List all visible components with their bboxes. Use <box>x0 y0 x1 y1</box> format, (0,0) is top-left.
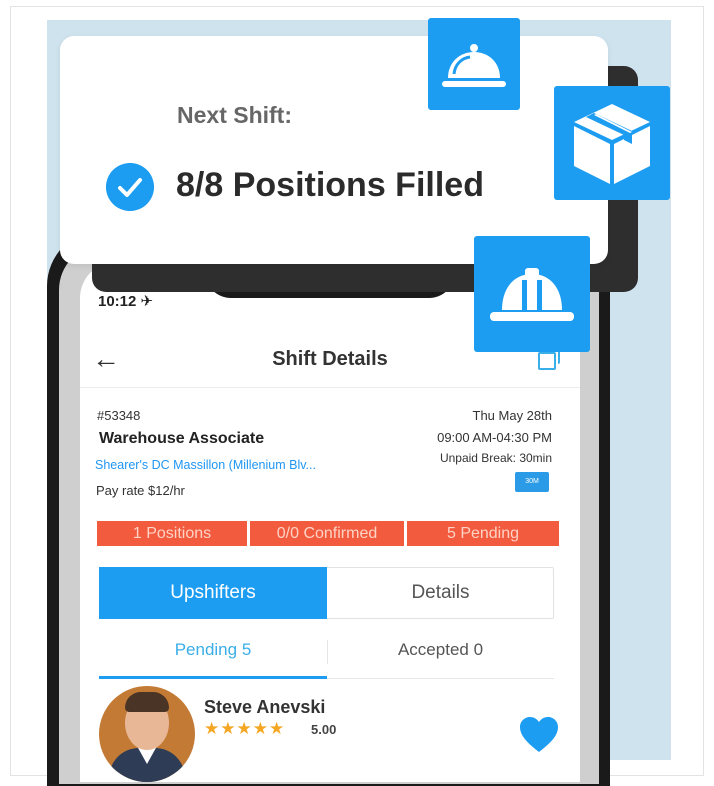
job-time: 09:00 AM-04:30 PM <box>437 430 552 445</box>
subtab-accepted[interactable]: Accepted 0 <box>327 640 554 660</box>
worker-name: Steve Anevski <box>204 697 326 717</box>
card-label: Next Shift: <box>177 102 292 128</box>
stat-pending: 5 Pending <box>407 521 559 546</box>
job-location-link[interactable]: Shearer's DC Massillon (Millenium Blv... <box>95 458 316 472</box>
job-date: Thu May 28th <box>472 408 553 423</box>
shift-stats-bar: 1 Positions 0/0 Confirmed 5 Pending <box>97 521 559 546</box>
check-circle-icon <box>106 163 154 211</box>
unpaid-break: Unpaid Break: 30min <box>439 451 552 465</box>
subtab-rule <box>327 678 554 679</box>
avatar-hair <box>125 692 169 712</box>
star-rating-icon: ★★★★★ <box>204 719 286 738</box>
package-box-icon <box>574 104 650 184</box>
pay-rate: Pay rate $12/hr <box>96 483 185 498</box>
tab-upshifters[interactable]: Upshifters <box>99 567 327 619</box>
worker-rating: 5.00 <box>311 722 337 737</box>
tile-hardhat <box>474 236 590 352</box>
stat-confirmed: 0/0 Confirmed <box>250 521 404 546</box>
break-badge: 30M <box>515 472 549 492</box>
next-shift-card <box>60 36 608 264</box>
tile-food <box>428 18 520 110</box>
tab-details[interactable]: Details <box>327 567 554 619</box>
hard-hat-icon <box>490 268 574 321</box>
tile-package <box>554 86 670 200</box>
stat-positions: 1 Positions <box>97 521 247 546</box>
food-cloche-icon <box>442 44 506 87</box>
job-id: #53348 <box>97 408 141 423</box>
heart-icon[interactable] <box>518 716 560 754</box>
copy-icon[interactable] <box>538 348 560 370</box>
avatar[interactable] <box>99 686 195 782</box>
subtab-active-underline <box>99 676 327 679</box>
status-bar-time: 10:12 ✈ <box>98 293 154 310</box>
job-title: Warehouse Associate <box>99 430 265 447</box>
subtab-pending[interactable]: Pending 5 <box>99 640 327 660</box>
card-value: 8/8 Positions Filled <box>176 166 484 204</box>
